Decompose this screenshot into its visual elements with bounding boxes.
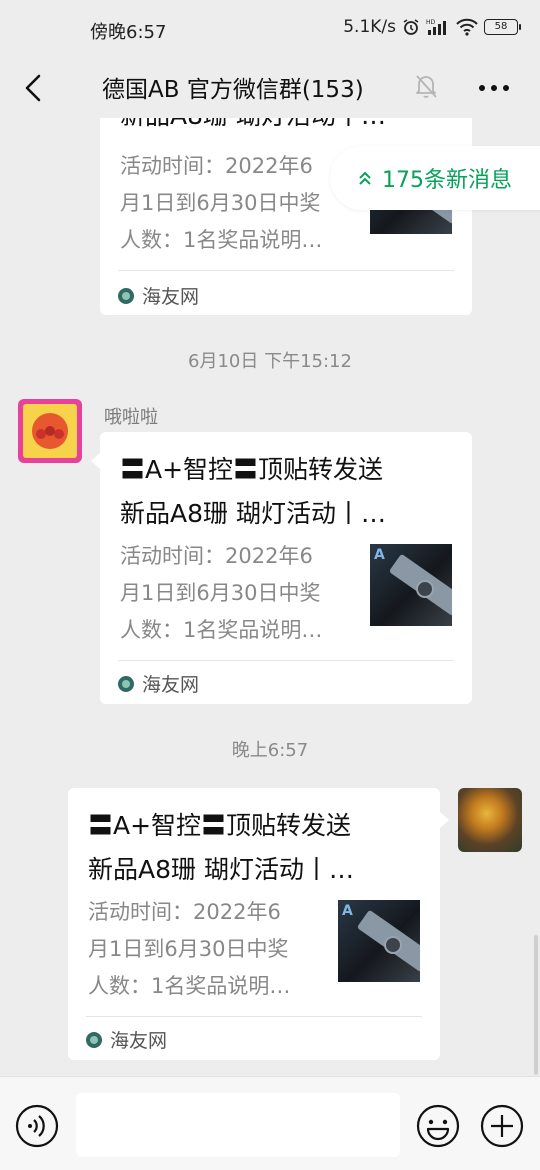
- more-dots-icon: [479, 85, 509, 91]
- chevron-left-icon: [25, 74, 41, 102]
- card-title-line: 新品A8珊 瑚灯活动丨…: [120, 499, 386, 528]
- status-bar: 傍晚6:57 5.1K/s HD 58: [0, 0, 540, 58]
- card-divider: [118, 270, 454, 271]
- signal-icon: HD: [426, 19, 446, 35]
- plus-icon[interactable]: [480, 1104, 524, 1148]
- thumbnail-logo: A: [342, 903, 353, 919]
- my-avatar[interactable]: [458, 788, 522, 852]
- voice-icon[interactable]: [15, 1104, 59, 1148]
- card-source-label: 海友网: [142, 674, 200, 696]
- more-button[interactable]: [474, 68, 514, 108]
- card-desc-line: 月1日到6月30日中奖: [88, 937, 289, 961]
- card-desc-line: 人数：1名奖品说明…: [120, 228, 323, 252]
- card-desc-line: 活动时间：2022年6: [88, 900, 281, 924]
- scrollbar[interactable]: [534, 935, 538, 1075]
- card-title-line: 〓A+智控〓顶贴转发送: [120, 455, 384, 484]
- card-desc-line: 活动时间：2022年6: [120, 544, 313, 568]
- new-messages-label: 175条新消息: [382, 168, 512, 193]
- page-title: 德国AB 官方微信群(153): [102, 77, 364, 103]
- card-description: 活动时间：2022年6 月1日到6月30日中奖 人数：1名奖品说明…: [120, 148, 356, 259]
- card-source: 海友网: [86, 1026, 167, 1053]
- message-input[interactable]: [76, 1093, 400, 1157]
- emoji-icon[interactable]: [416, 1104, 460, 1148]
- source-logo-icon: [118, 675, 134, 692]
- battery-indicator: 58: [484, 19, 521, 35]
- card-thumbnail: A: [338, 900, 420, 982]
- card-description: 活动时间：2022年6 月1日到6月30日中奖 人数：1名奖品说明…: [88, 894, 324, 1005]
- card-title: 新品A8珊 瑚灯活动丨…: [120, 118, 450, 138]
- sender-name: 哦啦啦: [104, 407, 158, 428]
- message-timestamp: 晚上6:57: [231, 740, 309, 761]
- source-logo-icon: [86, 1031, 102, 1048]
- card-title: 〓A+智控〓顶贴转发送 新品A8珊 瑚灯活动丨…: [88, 804, 418, 892]
- controller-image: [416, 580, 434, 598]
- avatar-cheek: [54, 429, 64, 439]
- bell-off-icon: [416, 75, 437, 98]
- card-source-label: 海友网: [110, 1030, 168, 1052]
- card-desc-line: 人数：1名奖品说明…: [88, 974, 291, 998]
- double-chevron-up-icon: [359, 171, 371, 185]
- svg-text:HD: HD: [426, 19, 436, 26]
- status-time: 傍晚6:57: [90, 22, 167, 43]
- card-desc-line: 月1日到6月30日中奖: [120, 191, 321, 215]
- network-speed: 5.1K/s: [343, 17, 396, 37]
- thumbnail-logo: A: [374, 547, 385, 563]
- bubble-tail: [440, 812, 449, 828]
- chat-area[interactable]: 新品A8珊 瑚灯活动丨… 活动时间：2022年6 月1日到6月30日中奖 人数：…: [0, 118, 540, 1076]
- new-messages-button[interactable]: 175条新消息: [330, 146, 540, 210]
- status-indicators: 5.1K/s HD 58: [343, 17, 521, 37]
- input-bar: [0, 1076, 540, 1170]
- card-title-line: 〓A+智控〓顶贴转发送: [88, 811, 352, 840]
- card-source: 海友网: [118, 282, 199, 309]
- card-desc-line: 月1日到6月30日中奖: [120, 581, 321, 605]
- card-description: 活动时间：2022年6 月1日到6月30日中奖 人数：1名奖品说明…: [120, 538, 356, 649]
- link-card[interactable]: 〓A+智控〓顶贴转发送 新品A8珊 瑚灯活动丨… 活动时间：2022年6 月1日…: [68, 788, 440, 1060]
- card-title-line: 新品A8珊 瑚灯活动丨…: [88, 855, 354, 884]
- card-divider: [86, 1016, 422, 1017]
- message-timestamp: 6月10日 下午15:12: [188, 351, 352, 372]
- wifi-icon: [456, 18, 478, 36]
- source-logo-icon: [118, 287, 134, 304]
- card-source: 海友网: [118, 670, 199, 697]
- alarm-icon: [403, 19, 419, 35]
- card-title: 〓A+智控〓顶贴转发送 新品A8珊 瑚灯活动丨…: [120, 448, 450, 536]
- card-thumbnail: A: [370, 544, 452, 626]
- nav-bar: 德国AB 官方微信群(153): [0, 58, 540, 118]
- avatar-nose: [45, 426, 55, 436]
- controller-image: [384, 936, 402, 954]
- card-source-label: 海友网: [142, 286, 200, 308]
- bubble-tail: [91, 453, 100, 469]
- avatar[interactable]: [18, 399, 82, 463]
- card-title-line: 新品A8珊 瑚灯活动丨…: [120, 118, 450, 138]
- link-card[interactable]: 〓A+智控〓顶贴转发送 新品A8珊 瑚灯活动丨… 活动时间：2022年6 月1日…: [100, 432, 472, 704]
- card-desc-line: 活动时间：2022年6: [120, 154, 313, 178]
- back-button[interactable]: [16, 66, 50, 110]
- card-desc-line: 人数：1名奖品说明…: [120, 618, 323, 642]
- card-divider: [118, 660, 454, 661]
